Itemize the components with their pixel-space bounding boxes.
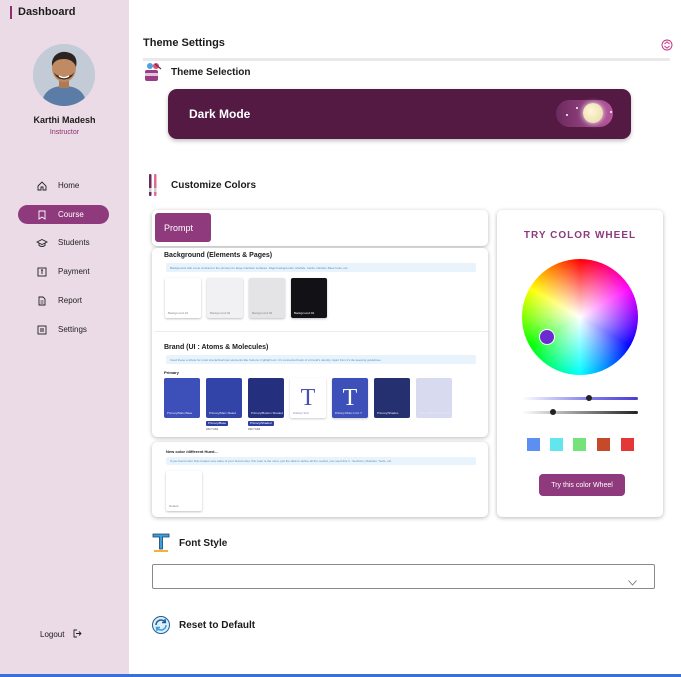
sidebar: Dashboard Karthi Madesh Instructor Home … <box>0 0 129 677</box>
brightness-slider[interactable] <box>522 409 638 415</box>
brand-note: Used these a whole for most interactive/… <box>166 355 476 364</box>
sidebar-item-label: Home <box>58 181 80 190</box>
sidebar-item-home[interactable]: Home <box>18 176 109 195</box>
home-icon <box>36 180 48 192</box>
chevron-down-icon <box>628 573 637 586</box>
dark-mode-toggle[interactable] <box>556 100 613 127</box>
background-swatch[interactable]: Background:02 <box>207 278 243 318</box>
paint-brush-icon <box>143 174 163 196</box>
sidebar-title: Dashboard <box>10 6 75 19</box>
new-color-note: If you found color that creates new valu… <box>166 457 476 465</box>
background-swatch[interactable]: Background:04 <box>291 278 327 318</box>
logout-label: Logout <box>40 630 65 639</box>
color-chip[interactable] <box>573 438 586 451</box>
reset-icon <box>151 614 171 636</box>
section-divider <box>154 331 488 332</box>
brand-text-swatch[interactable]: T Primary/Main Color T <box>332 378 368 418</box>
logout-button[interactable]: Logout <box>40 629 83 640</box>
bookmark-icon <box>36 209 48 221</box>
swatch-tag: Primary/Base <box>206 421 229 426</box>
moon-icon <box>583 103 603 123</box>
swatch-subtag: #4F7A84 <box>206 427 219 431</box>
color-wheel[interactable] <box>522 259 638 375</box>
color-wheel-title: TRY COLOR WHEEL <box>523 230 637 241</box>
reset-label: Reset to Default <box>179 619 256 631</box>
font-icon <box>151 532 171 554</box>
page-title: Theme Settings <box>143 37 225 49</box>
color-chip[interactable] <box>621 438 634 451</box>
reset-button[interactable]: Reset to Default <box>151 614 255 636</box>
font-style-header: Font Style <box>151 532 227 554</box>
document-icon <box>36 295 48 307</box>
font-style-select[interactable] <box>152 564 655 589</box>
color-wheel-cursor[interactable] <box>539 329 555 345</box>
background-swatch[interactable]: Background:03 <box>249 278 285 318</box>
customize-colors-header: Customize Colors <box>143 174 256 196</box>
user-role: Instructor <box>49 129 80 136</box>
sidebar-item-label: Students <box>58 238 90 247</box>
sidebar-item-label: Course <box>58 210 84 219</box>
prompt-button[interactable]: Prompt <box>155 213 211 242</box>
primary-label: Primary <box>164 370 179 375</box>
sidebar-item-label: Settings <box>58 325 87 334</box>
avatar[interactable] <box>33 44 95 106</box>
color-chip[interactable] <box>550 438 563 451</box>
new-color-title: New color /different Hued... <box>166 449 218 454</box>
customize-colors-heading: Customize Colors <box>171 179 257 191</box>
graduation-cap-icon <box>36 237 48 249</box>
collapse-icon[interactable] <box>661 38 673 51</box>
brand-swatch[interactable]: Primary/Bottom Shaded <box>248 378 284 418</box>
settings-icon <box>36 324 48 336</box>
sidebar-item-label: Report <box>58 296 83 305</box>
user-name: Karthi Madesh <box>33 115 96 125</box>
payment-icon <box>36 266 48 278</box>
brand-swatch[interactable]: Primary/Main Slated <box>206 378 242 418</box>
color-chip[interactable] <box>597 438 610 451</box>
new-color-swatch[interactable]: Default <box>166 471 202 511</box>
color-chip[interactable] <box>527 438 540 451</box>
theme-mode-label: Dark Mode <box>189 107 251 121</box>
logout-icon <box>72 629 83 640</box>
try-color-wheel-button[interactable]: Try this color Wheel <box>539 474 625 496</box>
theme-selection-heading: Theme Selection <box>171 66 251 78</box>
sidebar-item-label: Payment <box>58 267 90 276</box>
brand-title: Brand (UI : Atoms & Molecules) <box>164 344 269 351</box>
brand-swatch[interactable]: Primary/Main Base <box>164 378 200 418</box>
swatch-tag: Primary/Shaded <box>248 421 274 426</box>
brand-swatch[interactable]: Primary/Shades <box>374 378 410 418</box>
brand-swatch[interactable]: Primary/Brand Minimal <box>416 378 452 418</box>
sidebar-item-payment[interactable]: Payment <box>18 262 109 281</box>
brand-text-swatch[interactable]: T Primary/Text <box>290 378 326 418</box>
brightness-slider-knob[interactable] <box>550 409 557 415</box>
swatch-subtag: #4F7A84 <box>248 427 261 431</box>
background-note: Background with a low contrast to the pr… <box>166 263 476 272</box>
hue-slider-knob[interactable] <box>586 395 593 401</box>
sidebar-item-settings[interactable]: Settings <box>18 320 109 339</box>
color-wheel-card: TRY COLOR WHEEL Try this color Wheel <box>497 210 663 517</box>
sidebar-item-report[interactable]: Report <box>18 291 109 310</box>
background-title: Background (Elements & Pages) <box>164 252 273 259</box>
theme-mode-card[interactable]: Dark Mode <box>168 89 631 139</box>
sidebar-item-course[interactable]: Course <box>18 205 109 224</box>
theme-selection-header: Theme Selection <box>143 61 250 83</box>
background-swatch[interactable]: Background:01 <box>165 278 201 318</box>
font-style-heading: Font Style <box>179 537 228 549</box>
paint-palette-icon <box>143 61 163 83</box>
sidebar-item-students[interactable]: Students <box>18 233 109 252</box>
hue-slider[interactable] <box>522 395 638 401</box>
